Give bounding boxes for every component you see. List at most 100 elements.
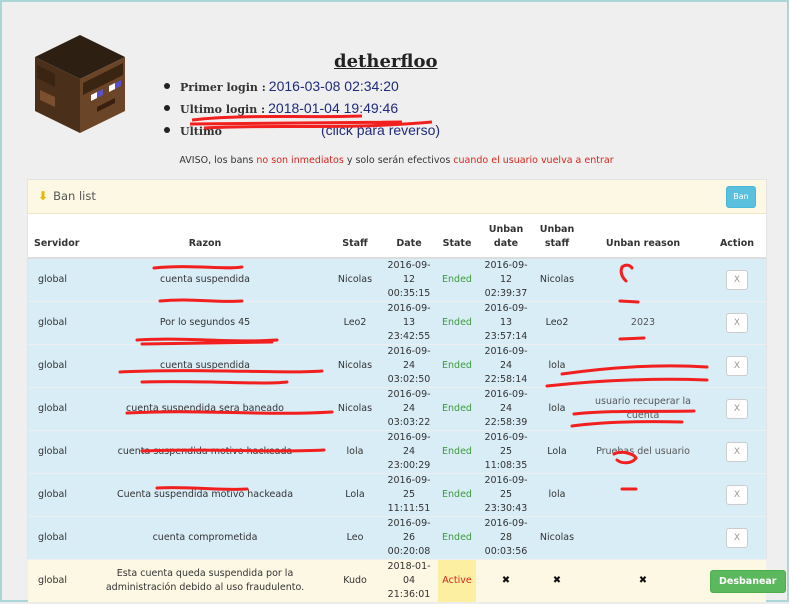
action-cell: Desbanear xyxy=(708,559,786,602)
state-cell: Ended xyxy=(438,257,476,302)
last-ip-label: Ultimo xyxy=(180,125,223,138)
staff-cell: Lola xyxy=(330,473,380,517)
ban-button[interactable]: Ban xyxy=(726,186,756,208)
reason-cell: cuenta suspendida xyxy=(80,257,330,302)
staff-cell-text: Nicolas xyxy=(337,274,373,285)
unban-staff-cell: Leo2 xyxy=(536,301,578,345)
state-cell: Ended xyxy=(438,387,476,431)
server-cell: global xyxy=(28,257,80,302)
unban-reason-cell: 2023 xyxy=(578,301,708,345)
state-cell: Ended xyxy=(438,301,476,345)
unban-staff-cell-text: Lola xyxy=(547,446,567,457)
staff-cell-text: Leo xyxy=(346,532,364,543)
reason-cell: Cuenta suspendida motivo hackeada xyxy=(80,473,330,517)
bullet-icon xyxy=(164,83,170,89)
staff-cell-text: Lola xyxy=(345,489,365,500)
state-cell: Ended xyxy=(438,344,476,388)
staff-cell: Nicolas xyxy=(330,257,380,302)
unban-staff-cell: Lola xyxy=(536,430,578,474)
state-cell-text: Ended xyxy=(442,317,472,328)
col-header: Razon xyxy=(80,214,330,259)
table-row: global Cuenta suspendida motivo hackeada L… xyxy=(28,473,766,517)
date-cell-text: 2016-09-26 00:20:08 xyxy=(387,518,431,557)
action-cell: X xyxy=(708,473,766,517)
unban-date-cell: 2016-09-24 22:58:14 xyxy=(476,344,536,388)
table-row: global Por lo segundos 45 Leo2 2016-09-13 2… xyxy=(28,301,766,345)
staff-cell-text: lola xyxy=(346,446,364,457)
state-cell-text: Ended xyxy=(442,446,472,457)
col-header: Unban staff xyxy=(536,214,578,259)
avatar xyxy=(35,35,125,133)
unban-staff-cell-text: lola xyxy=(548,360,566,371)
reason-cell-text: Por lo segundos 45 xyxy=(159,317,251,328)
server-cell-text: global xyxy=(38,532,67,543)
date-cell: 2016-09-24 03:02:50 xyxy=(380,344,438,388)
unban-reason-cell xyxy=(578,344,708,388)
login-info: Primer login : 2016-03-08 02:34:20 Ultim… xyxy=(164,78,440,144)
unban-staff-cell-text: Leo2 xyxy=(545,317,569,328)
unban-reason-cell-text: Pruebas del usuario xyxy=(596,446,690,457)
state-cell: Ended xyxy=(438,430,476,474)
staff-cell: Kudo xyxy=(330,559,380,602)
remove-ban-button[interactable]: X xyxy=(726,442,748,462)
col-header: Servidor xyxy=(28,214,80,259)
unban-staff-cell-text: Nicolas xyxy=(539,274,575,285)
unban-staff-cell: lola xyxy=(536,344,578,388)
last-ip-reverse-link[interactable]: (click para reverso) xyxy=(321,122,440,138)
last-login-row: Ultimo login : 2018-01-04 19:49:46 xyxy=(164,100,440,122)
unban-date-cell: ✖ xyxy=(476,559,536,602)
unban-date-cell: 2016-09-25 11:08:35 xyxy=(476,430,536,474)
server-cell-text: global xyxy=(38,403,67,414)
remove-ban-button[interactable]: X xyxy=(726,270,748,290)
ban-list-panel: ⬇ Ban list Ban Servidor Razon Staff Date… xyxy=(27,179,786,602)
last-login-label: Ultimo login : xyxy=(180,103,266,116)
unban-date-cell: 2016-09-25 23:30:43 xyxy=(476,473,536,517)
panel-title: ⬇ Ban list xyxy=(38,189,96,203)
remove-ban-button[interactable]: X xyxy=(726,528,748,548)
action-cell: X xyxy=(708,257,766,302)
remove-ban-button[interactable]: X xyxy=(726,399,748,419)
col-header: Unban reason xyxy=(578,214,708,259)
table-row: global cuenta comprometida Leo 2016-09-26 0… xyxy=(28,516,766,560)
unban-date-cell-text: ✖ xyxy=(501,575,511,586)
reason-cell: cuenta suspendida xyxy=(80,344,330,388)
state-cell-text: Ended xyxy=(442,360,472,371)
unban-staff-cell-text: lola xyxy=(548,489,566,500)
unban-staff-cell: Nicolas xyxy=(536,257,578,302)
col-header: Unban date xyxy=(476,214,536,259)
staff-cell-text: Nicolas xyxy=(337,360,373,371)
reason-cell-text: Cuenta suspendida motivo hackeada xyxy=(116,489,294,500)
date-cell: 2018-01-04 21:36:01 xyxy=(380,559,438,602)
unban-date-cell-text: 2016-09-25 11:08:35 xyxy=(484,432,528,471)
arrow-down-icon: ⬇ xyxy=(38,189,49,203)
server-cell-text: global xyxy=(38,317,67,328)
staff-cell: Leo2 xyxy=(330,301,380,345)
col-header: Staff xyxy=(330,214,380,259)
reason-cell-text: cuenta suspendida xyxy=(159,274,250,285)
server-cell: global xyxy=(28,430,80,474)
unban-button[interactable]: Desbanear xyxy=(710,569,786,593)
unban-staff-cell: lola xyxy=(536,387,578,431)
unban-date-cell-text: 2016-09-24 22:58:14 xyxy=(484,346,528,385)
reason-cell: Esta cuenta queda suspendida por la admi… xyxy=(80,559,330,602)
ban-notice: AVISO, los bans no son inmediatos y solo… xyxy=(179,155,614,166)
remove-ban-button[interactable]: X xyxy=(726,313,748,333)
unban-staff-cell-text: lola xyxy=(548,403,566,414)
unban-reason-cell: usuario recuperar la cuenta xyxy=(578,387,708,431)
unban-reason-cell-text: usuario recuperar la cuenta xyxy=(595,396,691,421)
action-cell: X xyxy=(708,430,766,474)
bullet-icon xyxy=(164,105,170,111)
state-cell: Ended xyxy=(438,516,476,560)
remove-ban-button[interactable]: X xyxy=(726,356,748,376)
first-login-value: 2016-03-08 02:34:20 xyxy=(268,78,399,94)
state-cell-text: Ended xyxy=(442,274,472,285)
first-login-label: Primer login : xyxy=(180,81,266,94)
state-cell-text: Ended xyxy=(442,403,472,414)
last-ip-row: Ultimo (click para reverso) xyxy=(164,122,440,144)
server-cell: global xyxy=(28,387,80,431)
reason-cell-text: Esta cuenta queda suspendida por la admi… xyxy=(105,568,305,593)
action-cell: X xyxy=(708,344,766,388)
remove-ban-button[interactable]: X xyxy=(726,485,748,505)
unban-date-cell: 2016-09-13 23:57:14 xyxy=(476,301,536,345)
server-cell: global xyxy=(28,344,80,388)
